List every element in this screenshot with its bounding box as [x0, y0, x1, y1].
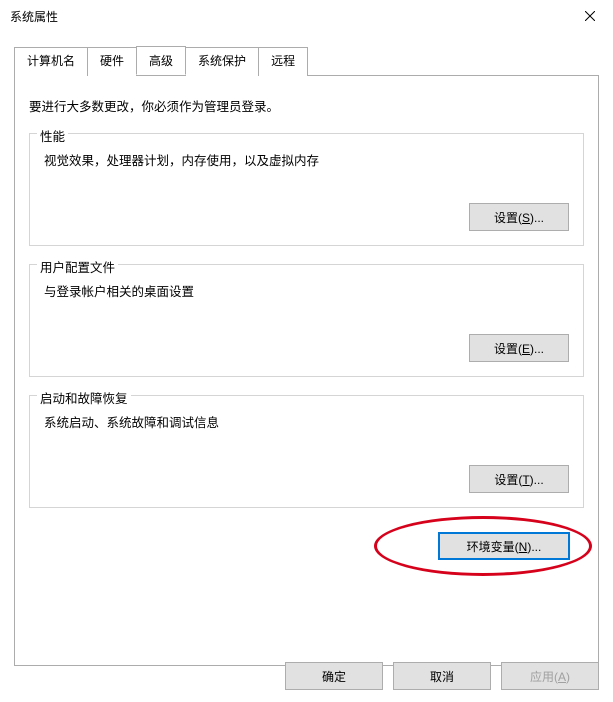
- apply-button[interactable]: 应用(A): [501, 662, 599, 690]
- ok-button[interactable]: 确定: [285, 662, 383, 690]
- cancel-button[interactable]: 取消: [393, 662, 491, 690]
- startup-recovery-desc: 系统启动、系统故障和调试信息: [44, 412, 569, 431]
- performance-settings-button[interactable]: 设置(S)...: [469, 203, 569, 231]
- user-profiles-desc: 与登录帐户相关的桌面设置: [44, 281, 569, 300]
- env-vars-row: 环境变量(N)...: [29, 532, 584, 560]
- environment-variables-button[interactable]: 环境变量(N)...: [438, 532, 570, 560]
- performance-legend: 性能: [37, 126, 68, 145]
- startup-recovery-fieldset: 启动和故障恢复 系统启动、系统故障和调试信息 设置(T)...: [29, 395, 584, 508]
- performance-desc: 视觉效果，处理器计划，内存使用，以及虚拟内存: [44, 150, 569, 169]
- user-profiles-legend: 用户配置文件: [37, 257, 118, 276]
- close-icon: [585, 11, 595, 21]
- user-profiles-button-row: 设置(E)...: [44, 334, 569, 362]
- tab-hardware[interactable]: 硬件: [87, 47, 137, 76]
- tab-advanced[interactable]: 高级: [136, 46, 186, 75]
- dialog-button-row: 确定 取消 应用(A): [285, 662, 599, 690]
- performance-button-row: 设置(S)...: [44, 203, 569, 231]
- close-button[interactable]: [567, 0, 613, 32]
- titlebar: 系统属性: [0, 0, 613, 32]
- performance-fieldset: 性能 视觉效果，处理器计划，内存使用，以及虚拟内存 设置(S)...: [29, 133, 584, 246]
- startup-recovery-settings-button[interactable]: 设置(T)...: [469, 465, 569, 493]
- user-profiles-settings-button[interactable]: 设置(E)...: [469, 334, 569, 362]
- tab-system-protection[interactable]: 系统保护: [185, 47, 259, 76]
- tab-strip: 计算机名 硬件 高级 系统保护 远程: [14, 46, 599, 76]
- tab-computer-name[interactable]: 计算机名: [14, 47, 88, 76]
- content-area: 计算机名 硬件 高级 系统保护 远程 要进行大多数更改，你必须作为管理员登录。 …: [0, 32, 613, 672]
- startup-recovery-button-row: 设置(T)...: [44, 465, 569, 493]
- admin-intro-text: 要进行大多数更改，你必须作为管理员登录。: [29, 96, 584, 115]
- tab-remote[interactable]: 远程: [258, 47, 308, 76]
- window-title: 系统属性: [10, 8, 58, 25]
- tab-content-advanced: 要进行大多数更改，你必须作为管理员登录。 性能 视觉效果，处理器计划，内存使用，…: [14, 76, 599, 666]
- user-profiles-fieldset: 用户配置文件 与登录帐户相关的桌面设置 设置(E)...: [29, 264, 584, 377]
- startup-recovery-legend: 启动和故障恢复: [37, 388, 131, 407]
